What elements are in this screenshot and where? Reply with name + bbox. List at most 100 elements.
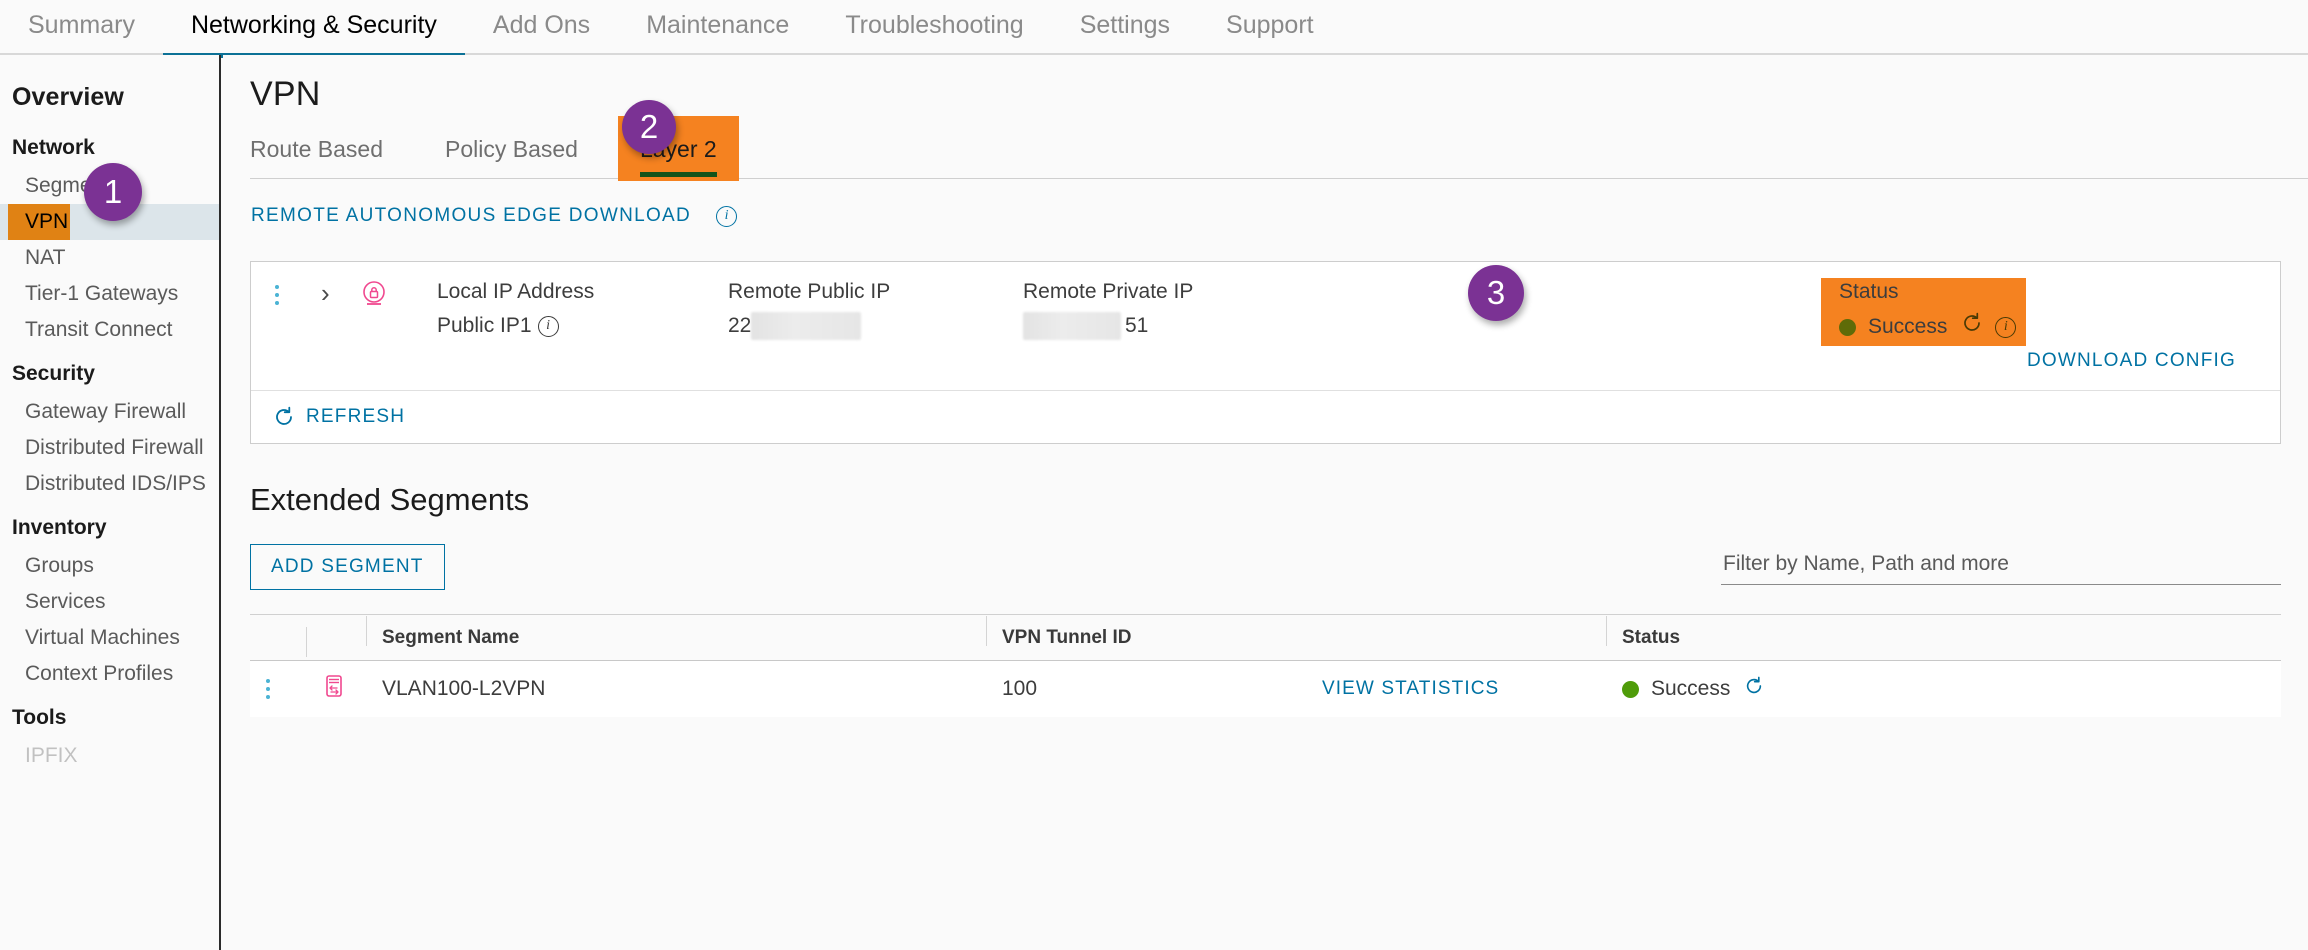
lock-icon <box>361 280 387 311</box>
sidebar-item-gateway-firewall[interactable]: Gateway Firewall <box>0 394 219 430</box>
sidebar-item-distributed-ids-ips[interactable]: Distributed IDS/IPS <box>0 466 219 502</box>
remote-download-row: REMOTE AUTONOMOUS EDGE DOWNLOAD i <box>251 205 2308 227</box>
sidebar-item-context-profiles[interactable]: Context Profiles <box>0 656 219 692</box>
vpn-session-row: › Local IP Address Public IP1 i Remote P… <box>251 262 2280 390</box>
tab-networking-security-label: Networking & Security <box>190 11 437 39</box>
sidebar-group-security: Security <box>12 362 95 385</box>
tab-maintenance[interactable]: Maintenance <box>618 0 817 56</box>
row-status-cell: Success <box>1606 676 2281 702</box>
tab-policy-based-label: Policy Based <box>444 136 578 162</box>
sidebar-group-tools: Tools <box>12 706 67 729</box>
tab-settings-label: Settings <box>1079 11 1171 39</box>
tab-troubleshooting-label: Troubleshooting <box>845 11 1024 39</box>
row-segment-name: VLAN100-L2VPN <box>382 677 546 700</box>
sidebar-item-vpn-label: VPN <box>25 210 69 233</box>
segment-icon <box>322 673 346 705</box>
tab-support-label: Support <box>1226 11 1314 39</box>
sidebar-item-context-profiles-label: Context Profiles <box>25 662 174 685</box>
filter-input[interactable] <box>1721 548 2281 585</box>
view-statistics-link[interactable]: VIEW STATISTICS <box>1322 678 1499 700</box>
segments-table-header: Segment Name VPN Tunnel ID Status <box>250 615 2281 661</box>
sidebar-item-ipfix[interactable]: IPFIX <box>0 738 219 774</box>
row-vpn-tunnel-id: 100 <box>1002 677 1038 700</box>
remote-autonomous-edge-download-link[interactable]: REMOTE AUTONOMOUS EDGE DOWNLOAD <box>251 205 691 227</box>
row-icon-cell <box>306 673 366 705</box>
sidebar-item-services-label: Services <box>25 590 106 613</box>
chevron-right-icon[interactable]: › <box>321 280 330 306</box>
row-status-dot <box>1622 680 1639 698</box>
status-info-icon[interactable]: i <box>1995 316 2017 338</box>
callout-badge-1: 1 <box>84 163 142 221</box>
remote-public-ip-header: Remote Public IP <box>728 280 891 303</box>
refresh-button[interactable]: REFRESH <box>273 406 405 428</box>
tab-networking-security[interactable]: Networking & Security <box>162 0 465 58</box>
callout-badge-3: 3 <box>1468 265 1524 321</box>
row-statistics-cell: VIEW STATISTICS <box>1306 678 1606 700</box>
tab-support[interactable]: Support <box>1198 0 1342 56</box>
sidebar-item-tier-1-gateways[interactable]: Tier-1 Gateways <box>0 276 219 312</box>
column-remote-public-ip: Remote Public IP 22 <box>728 278 890 340</box>
sidebar-item-transit-connect[interactable]: Transit Connect <box>0 312 219 348</box>
remote-public-ip-redaction <box>751 312 862 340</box>
remote-private-ip-value: 51 <box>1125 314 1149 337</box>
sidebar-item-distributed-firewall[interactable]: Distributed Firewall <box>0 430 219 466</box>
tab-settings[interactable]: Settings <box>1052 0 1198 56</box>
top-navigation: Summary Networking & Security Add Ons Ma… <box>0 0 2308 58</box>
sidebar-item-overview[interactable]: Overview <box>0 73 219 122</box>
tab-add-ons[interactable]: Add Ons <box>465 0 618 56</box>
tab-troubleshooting[interactable]: Troubleshooting <box>817 0 1051 56</box>
table-row[interactable]: VLAN100-L2VPN 100 VIEW STATISTICS Succes… <box>250 661 2281 717</box>
tab-add-ons-label: Add Ons <box>492 11 591 39</box>
local-ip-info-icon[interactable]: i <box>537 315 559 337</box>
sidebar-item-virtual-machines[interactable]: Virtual Machines <box>0 620 219 656</box>
add-segment-button[interactable]: ADD SEGMENT <box>250 544 445 590</box>
status-dot <box>1839 318 1856 336</box>
refresh-icon[interactable] <box>1961 312 1983 342</box>
filter-field-wrapper <box>1721 548 2281 585</box>
segments-toolbar: ADD SEGMENT <box>250 544 2281 592</box>
tab-route-based[interactable]: Route Based <box>250 136 405 177</box>
row-refresh-icon[interactable] <box>1744 676 1764 702</box>
status-header: Status <box>1839 280 1899 303</box>
header-vpn-tunnel-id: VPN Tunnel ID <box>986 615 1306 649</box>
sidebar-item-tier-1-gateways-label: Tier-1 Gateways <box>25 282 179 305</box>
sidebar-item-transit-connect-label: Transit Connect <box>25 318 173 341</box>
tab-policy-based[interactable]: Policy Based <box>423 136 600 177</box>
info-icon[interactable]: i <box>716 205 738 227</box>
segments-table: Segment Name VPN Tunnel ID Status VLAN10… <box>250 614 2281 717</box>
vpn-card-footer: REFRESH <box>251 390 2280 443</box>
sidebar-item-services[interactable]: Services <box>0 584 219 620</box>
kebab-menu-icon[interactable] <box>275 285 279 305</box>
header-status: Status <box>1606 615 2281 649</box>
vpn-session-card: › Local IP Address Public IP1 i Remote P… <box>250 261 2281 444</box>
refresh-button-label: REFRESH <box>306 406 406 427</box>
sidebar-item-groups-label: Groups <box>25 554 94 577</box>
sidebar-group-inventory: Inventory <box>12 516 107 539</box>
tab-route-based-label: Route Based <box>250 136 383 162</box>
sidebar-item-distributed-ids-ips-label: Distributed IDS/IPS <box>25 472 206 495</box>
sidebar-item-ipfix-label: IPFIX <box>25 744 78 767</box>
local-ip-address-header: Local IP Address <box>437 280 595 303</box>
sidebar-group-network: Network <box>12 136 95 159</box>
tab-summary-label: Summary <box>28 11 135 39</box>
status-value-row: Success i <box>1839 312 2017 342</box>
remote-public-ip-value-row: 22 <box>728 312 890 340</box>
remote-private-ip-redaction <box>1023 312 1121 340</box>
sidebar-item-virtual-machines-label: Virtual Machines <box>25 626 180 649</box>
sidebar-item-nat-label: NAT <box>25 246 66 269</box>
tab-maintenance-label: Maintenance <box>646 11 790 39</box>
app-window: Summary Networking & Security Add Ons Ma… <box>0 0 2308 950</box>
remote-private-ip-header: Remote Private IP <box>1023 280 1194 303</box>
tab-summary[interactable]: Summary <box>0 0 163 56</box>
header-segment-name: Segment Name <box>366 615 986 649</box>
extended-segments-title: Extended Segments <box>250 482 530 517</box>
vpn-tabbar: Route Based Policy Based Layer 2 <box>250 116 2308 181</box>
remote-public-ip-value: 22 <box>728 314 752 337</box>
sidebar-item-distributed-firewall-label: Distributed Firewall <box>25 436 204 459</box>
status-value: Success <box>1868 315 1948 338</box>
sidebar-item-groups[interactable]: Groups <box>0 548 219 584</box>
callout-badge-2: 2 <box>622 100 676 154</box>
kebab-menu-icon[interactable] <box>266 679 270 699</box>
download-config-link[interactable]: DOWNLOAD CONFIG <box>2027 350 2236 372</box>
sidebar-item-nat[interactable]: NAT <box>0 240 219 276</box>
